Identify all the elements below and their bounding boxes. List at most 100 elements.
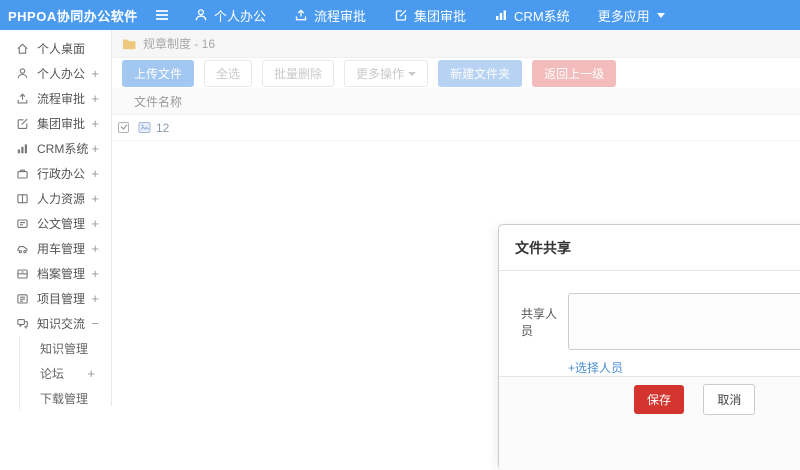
sidebar-item-personal-office[interactable]: 个人办公 + bbox=[0, 61, 111, 86]
sidebar-item-label: CRM系统 bbox=[37, 142, 89, 156]
breadcrumb-label: 规章制度 - 16 bbox=[143, 37, 216, 51]
expand-icon[interactable]: + bbox=[91, 116, 99, 131]
go-back-button[interactable]: 返回上一级 bbox=[532, 59, 617, 87]
top-nav-personal-office[interactable]: 个人办公 bbox=[194, 6, 266, 25]
edit-icon bbox=[16, 117, 29, 130]
sidebar-item-label: 个人办公 bbox=[37, 67, 86, 81]
user-icon bbox=[194, 8, 208, 22]
expand-icon[interactable]: + bbox=[91, 166, 99, 181]
modal-title: 文件共享 bbox=[499, 225, 800, 271]
share-people-label: 共享人员 bbox=[521, 306, 558, 338]
expand-icon[interactable]: + bbox=[91, 241, 99, 256]
upload-file-button[interactable]: 上传文件 bbox=[122, 59, 195, 87]
sidebar-item-label: 人力资源 bbox=[37, 192, 86, 206]
expand-icon[interactable]: + bbox=[91, 141, 99, 156]
briefcase-icon bbox=[16, 167, 29, 180]
top-nav: 个人办公 流程审批 集团审批 CRM系统 更多应用 bbox=[194, 6, 693, 25]
caret-down-icon bbox=[408, 72, 417, 77]
sidebar-subitem-forum[interactable]: 论坛 + bbox=[20, 361, 111, 386]
sidebar-item-label: 用车管理 bbox=[37, 242, 86, 256]
sidebar-item-vehicle-mgmt[interactable]: 用车管理 + bbox=[0, 236, 111, 261]
file-name-column-header: 文件名称 bbox=[134, 94, 183, 109]
sidebar-subitem-label: 知识管理 bbox=[40, 342, 89, 356]
file-share-modal: 文件共享 共享人员 +选择人员 保存 取消 bbox=[498, 224, 800, 470]
sidebar-item-label: 档案管理 bbox=[37, 267, 86, 281]
modal-footer: 保存 取消 bbox=[499, 376, 800, 470]
caret-down-icon bbox=[656, 12, 665, 18]
cancel-button[interactable]: 取消 bbox=[703, 384, 756, 415]
new-folder-button[interactable]: 新建文件夹 bbox=[438, 59, 523, 87]
home-icon bbox=[16, 42, 29, 55]
upload-icon bbox=[16, 92, 29, 105]
batch-delete-button[interactable]: 批量删除 bbox=[262, 59, 335, 87]
bar-chart-icon bbox=[494, 8, 508, 22]
sidebar-item-personal-desktop[interactable]: 个人桌面 bbox=[0, 36, 111, 61]
expand-icon[interactable]: + bbox=[91, 291, 99, 306]
sidebar-item-archive-mgmt[interactable]: 档案管理 + bbox=[0, 261, 111, 286]
expand-icon[interactable]: + bbox=[91, 216, 99, 231]
more-operations-button[interactable]: 更多操作 bbox=[344, 59, 429, 87]
expand-icon[interactable]: + bbox=[91, 191, 99, 206]
top-nav-label: 流程审批 bbox=[314, 8, 367, 24]
expand-icon[interactable]: + bbox=[91, 266, 99, 281]
sidebar: 个人桌面 个人办公 + 流程审批 + 集团审批 + CRM系统 + 行政办公 + bbox=[0, 30, 112, 411]
sidebar-item-group-approval[interactable]: 集团审批 + bbox=[0, 111, 111, 136]
file-icon bbox=[138, 121, 151, 134]
chat-icon bbox=[16, 317, 29, 330]
file-name: 12 bbox=[156, 120, 170, 135]
sidebar-item-workflow-approval[interactable]: 流程审批 + bbox=[0, 86, 111, 111]
expand-icon[interactable]: + bbox=[91, 66, 99, 81]
more-operations-label: 更多操作 bbox=[356, 66, 405, 81]
sidebar-item-admin-office[interactable]: 行政办公 + bbox=[0, 161, 111, 186]
car-icon bbox=[16, 242, 29, 255]
app-logo: PHPOA协同办公软件 bbox=[8, 8, 138, 24]
sidebar-submenu: 知识管理 论坛 + 下载管理 bbox=[19, 336, 111, 411]
sidebar-subitem-label: 下载管理 bbox=[40, 392, 89, 406]
top-nav-group-approval[interactable]: 集团审批 bbox=[394, 6, 466, 25]
share-people-input[interactable] bbox=[568, 293, 800, 350]
sidebar-item-crm[interactable]: CRM系统 + bbox=[0, 136, 111, 161]
sidebar-item-knowledge-exchange[interactable]: 知识交流 − bbox=[0, 311, 111, 336]
sidebar-item-project-mgmt[interactable]: 项目管理 + bbox=[0, 286, 111, 311]
collapse-icon[interactable]: − bbox=[91, 316, 99, 331]
sidebar-item-document-mgmt[interactable]: 公文管理 + bbox=[0, 211, 111, 236]
table-header: 文件名称 bbox=[112, 88, 800, 115]
top-nav-label: 集团审批 bbox=[414, 8, 467, 24]
folder-icon bbox=[122, 38, 136, 50]
sidebar-subitem-download-mgmt[interactable]: 下载管理 bbox=[20, 386, 111, 411]
bar-chart-icon bbox=[16, 142, 29, 155]
sidebar-subitem-label: 论坛 bbox=[40, 367, 65, 381]
sidebar-item-label: 公文管理 bbox=[37, 217, 86, 231]
clipboard-icon bbox=[16, 292, 29, 305]
top-nav-label: CRM系统 bbox=[514, 8, 570, 24]
top-header: PHPOA协同办公软件 个人办公 流程审批 集团审批 CRM系统 更多应用 bbox=[0, 0, 800, 30]
save-button[interactable]: 保存 bbox=[634, 385, 685, 414]
sidebar-item-hr[interactable]: 人力资源 + bbox=[0, 186, 111, 211]
sidebar-item-label: 集团审批 bbox=[37, 117, 86, 131]
top-nav-workflow-approval[interactable]: 流程审批 bbox=[294, 6, 366, 25]
top-nav-label: 更多应用 bbox=[597, 8, 650, 24]
expand-icon[interactable]: + bbox=[91, 91, 99, 106]
select-all-button[interactable]: 全选 bbox=[204, 59, 253, 87]
book-icon bbox=[16, 192, 29, 205]
modal-body: 共享人员 +选择人员 bbox=[499, 271, 800, 376]
top-nav-label: 个人办公 bbox=[214, 8, 267, 24]
hamburger-menu-icon[interactable] bbox=[154, 8, 170, 22]
breadcrumb: 规章制度 - 16 bbox=[112, 30, 800, 58]
sidebar-item-label: 流程审批 bbox=[37, 92, 86, 106]
top-nav-more-apps[interactable]: 更多应用 bbox=[598, 6, 665, 25]
table-row[interactable]: 12 bbox=[112, 115, 800, 141]
archive-icon bbox=[16, 267, 29, 280]
top-nav-crm[interactable]: CRM系统 bbox=[494, 6, 570, 25]
sidebar-item-label: 知识交流 bbox=[37, 317, 86, 331]
toolbar: 上传文件 全选 批量删除 更多操作 新建文件夹 返回上一级 bbox=[112, 58, 800, 88]
row-checkbox[interactable] bbox=[118, 122, 129, 133]
sidebar-subitem-knowledge-mgmt[interactable]: 知识管理 bbox=[20, 336, 111, 361]
select-people-link[interactable]: +选择人员 bbox=[568, 359, 623, 376]
upload-icon bbox=[294, 8, 308, 22]
share-people-field-row: 共享人员 bbox=[521, 293, 800, 350]
expand-icon[interactable]: + bbox=[87, 366, 95, 381]
user-icon bbox=[16, 67, 29, 80]
sidebar-item-label: 行政办公 bbox=[37, 167, 86, 181]
sidebar-item-label: 个人桌面 bbox=[37, 42, 86, 56]
